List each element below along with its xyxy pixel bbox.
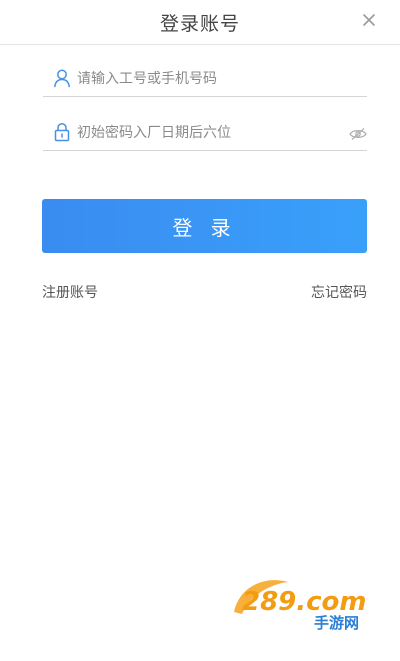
username-input[interactable]: [77, 66, 337, 92]
password-field: [43, 118, 367, 151]
password-input[interactable]: [77, 120, 337, 146]
watermark-brand: 289.com: [242, 587, 367, 617]
close-icon: [363, 14, 375, 26]
lock-icon: [54, 123, 70, 142]
user-icon: [54, 69, 70, 88]
forgot-password-link[interactable]: 忘记密码: [311, 282, 367, 302]
site-watermark-logo: 289.com 手游网: [234, 580, 367, 632]
watermark-subtext: 手游网: [314, 614, 359, 632]
login-button[interactable]: 登 录: [42, 199, 367, 253]
password-visibility-toggle[interactable]: [349, 126, 367, 140]
header-bar: 登录账号: [0, 0, 400, 45]
page-title: 登录账号: [159, 13, 240, 35]
register-link[interactable]: 注册账号: [42, 282, 98, 302]
username-field: [43, 64, 367, 97]
eye-icon: [349, 128, 367, 140]
close-button[interactable]: [358, 9, 380, 31]
